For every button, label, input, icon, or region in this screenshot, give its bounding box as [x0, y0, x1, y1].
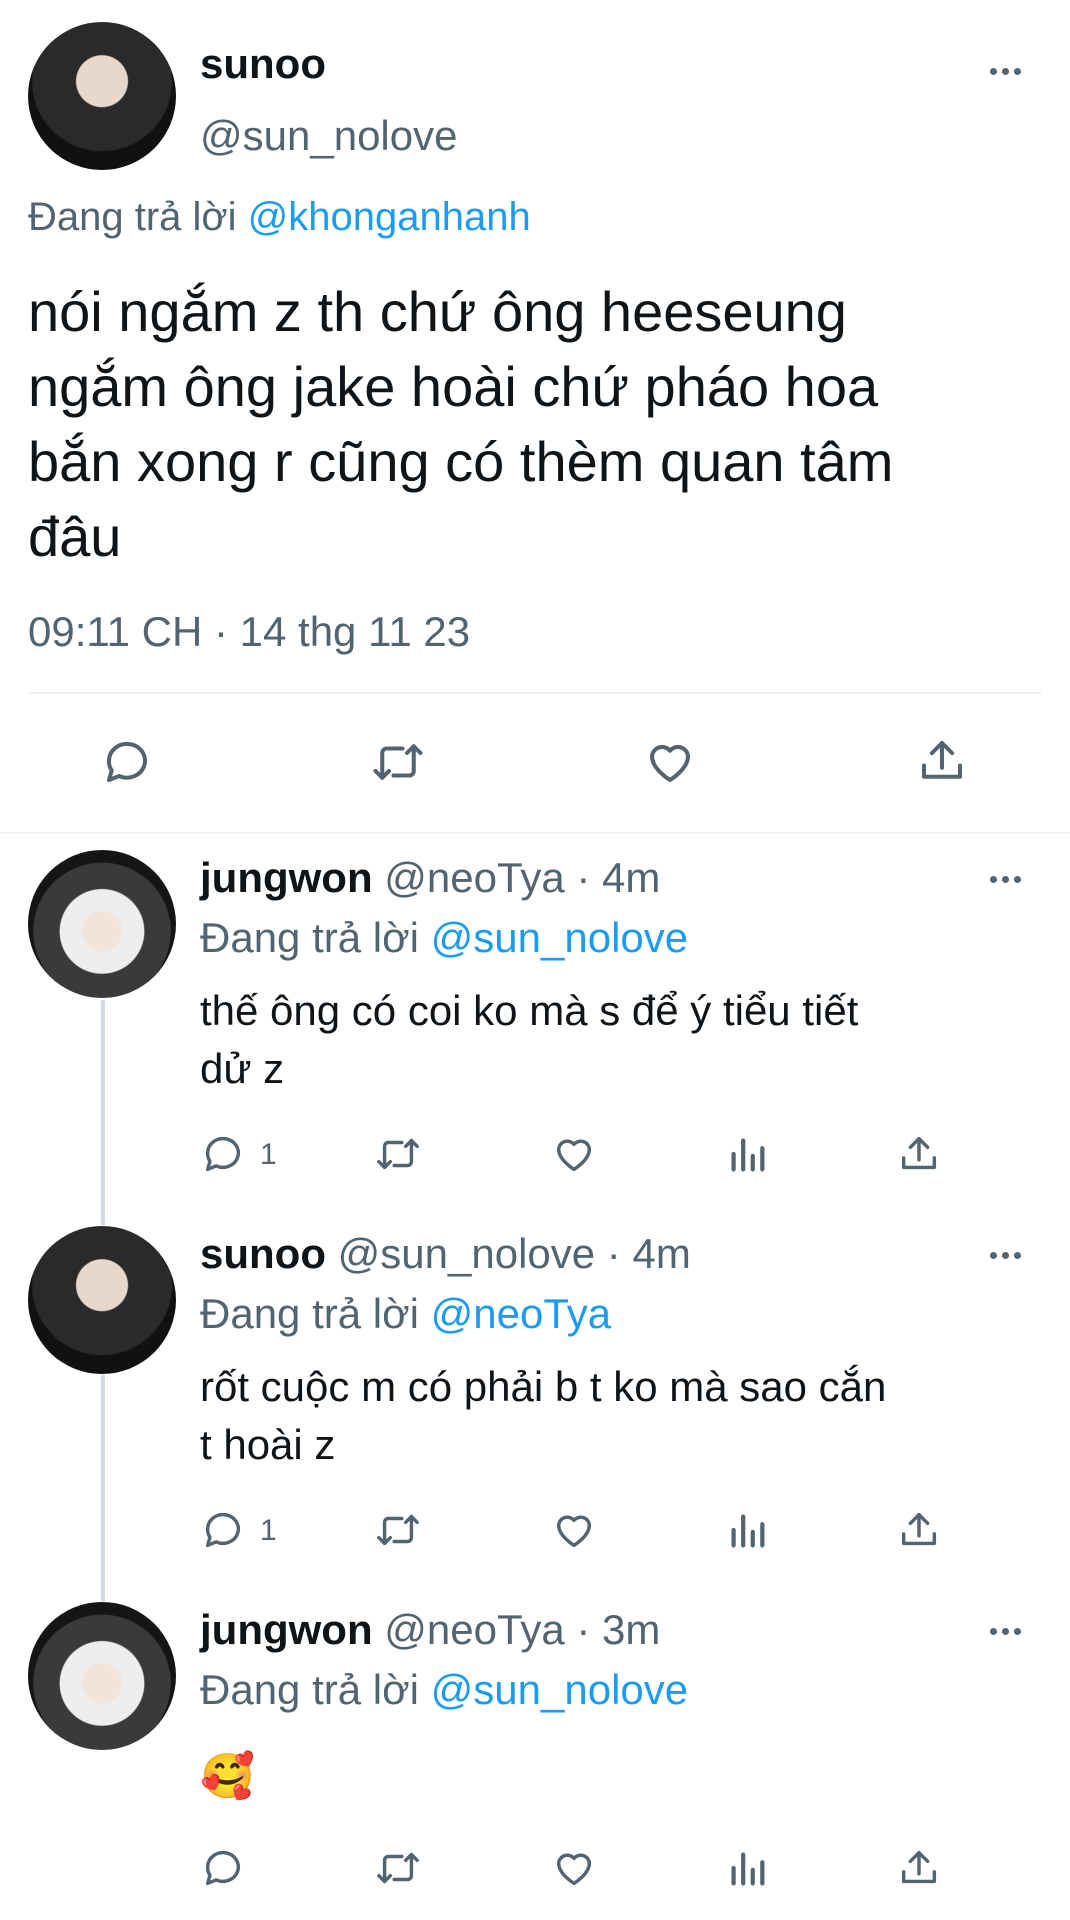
tweet-text-line: nói ngắm z th chứ ông heeseung — [28, 280, 847, 343]
author-name[interactable]: sunoo — [200, 1230, 326, 1277]
author-name[interactable]: jungwon — [200, 1606, 373, 1653]
reply-count: 1 — [260, 1514, 277, 1547]
avatar[interactable] — [28, 1602, 176, 1750]
tweet-text: rốt cuộc m có phải b t ko mà sao cắn t h… — [200, 1358, 886, 1474]
author-name[interactable]: jungwon — [200, 854, 373, 901]
avatar[interactable] — [28, 1226, 176, 1374]
tweet-text-line: thế ông có coi ko mà s để ý tiểu tiết — [200, 987, 859, 1034]
tweet-text-line: t hoài z — [200, 1421, 336, 1468]
reply-to-link[interactable]: @khonganhanh — [248, 195, 531, 239]
reply-header: jungwon @neoTya · 4m — [200, 854, 660, 902]
like-icon[interactable] — [550, 1131, 598, 1177]
author-handle[interactable]: @neoTya · 4m — [384, 854, 660, 901]
section-divider — [0, 832, 1070, 834]
avatar[interactable] — [28, 850, 176, 998]
tweet-text-line: 🥰 — [200, 1752, 255, 1801]
tweet-text-line: ngắm ông jake hoài chứ pháo hoa — [28, 355, 879, 418]
like-icon[interactable] — [642, 735, 698, 789]
reply-header: sunoo @sun_nolove · 4m — [200, 1230, 691, 1278]
reply-context: Đang trả lời @khonganhanh — [28, 195, 531, 240]
views-icon[interactable] — [724, 1845, 770, 1891]
like-icon[interactable] — [550, 1845, 598, 1891]
reply-icon[interactable] — [200, 1507, 246, 1553]
reply-icon[interactable] — [100, 735, 154, 789]
tweet-text-line: rốt cuộc m có phải b t ko mà sao cắn — [200, 1363, 887, 1410]
divider — [28, 692, 1042, 694]
reply-icon[interactable] — [200, 1845, 246, 1891]
author-handle[interactable]: @sun_nolove — [200, 112, 457, 160]
thread-line — [101, 1375, 105, 1601]
tweet-text: 🥰 — [200, 1748, 255, 1806]
views-icon[interactable] — [724, 1131, 770, 1177]
tweet-text: nói ngắm z th chứ ông heeseung ngắm ông … — [28, 274, 893, 574]
reply-prefix: Đang trả lời — [200, 1290, 419, 1337]
retweet-icon[interactable] — [374, 1507, 422, 1553]
reply-count: 1 — [260, 1138, 277, 1171]
reply-prefix: Đang trả lời — [28, 195, 237, 239]
reply-header: jungwon @neoTya · 3m — [200, 1606, 660, 1654]
reply-prefix: Đang trả lời — [200, 914, 419, 961]
share-icon[interactable] — [896, 1130, 942, 1178]
tweet-text-line: bắn xong r cũng có thèm quan tâm — [28, 430, 894, 493]
reply-context: Đang trả lời @neoTya — [200, 1290, 611, 1338]
author-name[interactable]: sunoo — [200, 40, 326, 88]
share-icon[interactable] — [896, 1506, 942, 1554]
reply-to-link[interactable]: @sun_nolove — [431, 1666, 688, 1713]
reply-to-link[interactable]: @neoTya — [431, 1290, 611, 1337]
tweet-text-line: đâu — [28, 505, 122, 568]
more-icon[interactable] — [990, 1252, 1021, 1259]
reply-icon[interactable] — [200, 1131, 246, 1177]
thread-line — [101, 1000, 105, 1225]
share-icon[interactable] — [896, 1844, 942, 1892]
more-icon[interactable] — [990, 1628, 1021, 1635]
tweet-timestamp[interactable]: 09:11 CH · 14 thg 11 23 — [28, 608, 470, 656]
more-icon[interactable] — [990, 68, 1021, 75]
reply-context: Đang trả lời @sun_nolove — [200, 1666, 688, 1714]
retweet-icon[interactable] — [374, 1845, 422, 1891]
reply-context: Đang trả lời @sun_nolove — [200, 914, 688, 962]
tweet-text-line: dử z — [200, 1045, 285, 1092]
like-icon[interactable] — [550, 1507, 598, 1553]
author-handle[interactable]: @sun_nolove · 4m — [338, 1230, 691, 1277]
reply-to-link[interactable]: @sun_nolove — [431, 914, 688, 961]
retweet-icon[interactable] — [370, 735, 426, 789]
more-icon[interactable] — [990, 876, 1021, 883]
share-icon[interactable] — [915, 733, 969, 789]
author-handle[interactable]: @neoTya · 3m — [384, 1606, 660, 1653]
views-icon[interactable] — [724, 1507, 770, 1553]
avatar[interactable] — [28, 22, 176, 170]
retweet-icon[interactable] — [374, 1131, 422, 1177]
reply-prefix: Đang trả lời — [200, 1666, 419, 1713]
tweet-text: thế ông có coi ko mà s để ý tiểu tiết dử… — [200, 982, 858, 1098]
